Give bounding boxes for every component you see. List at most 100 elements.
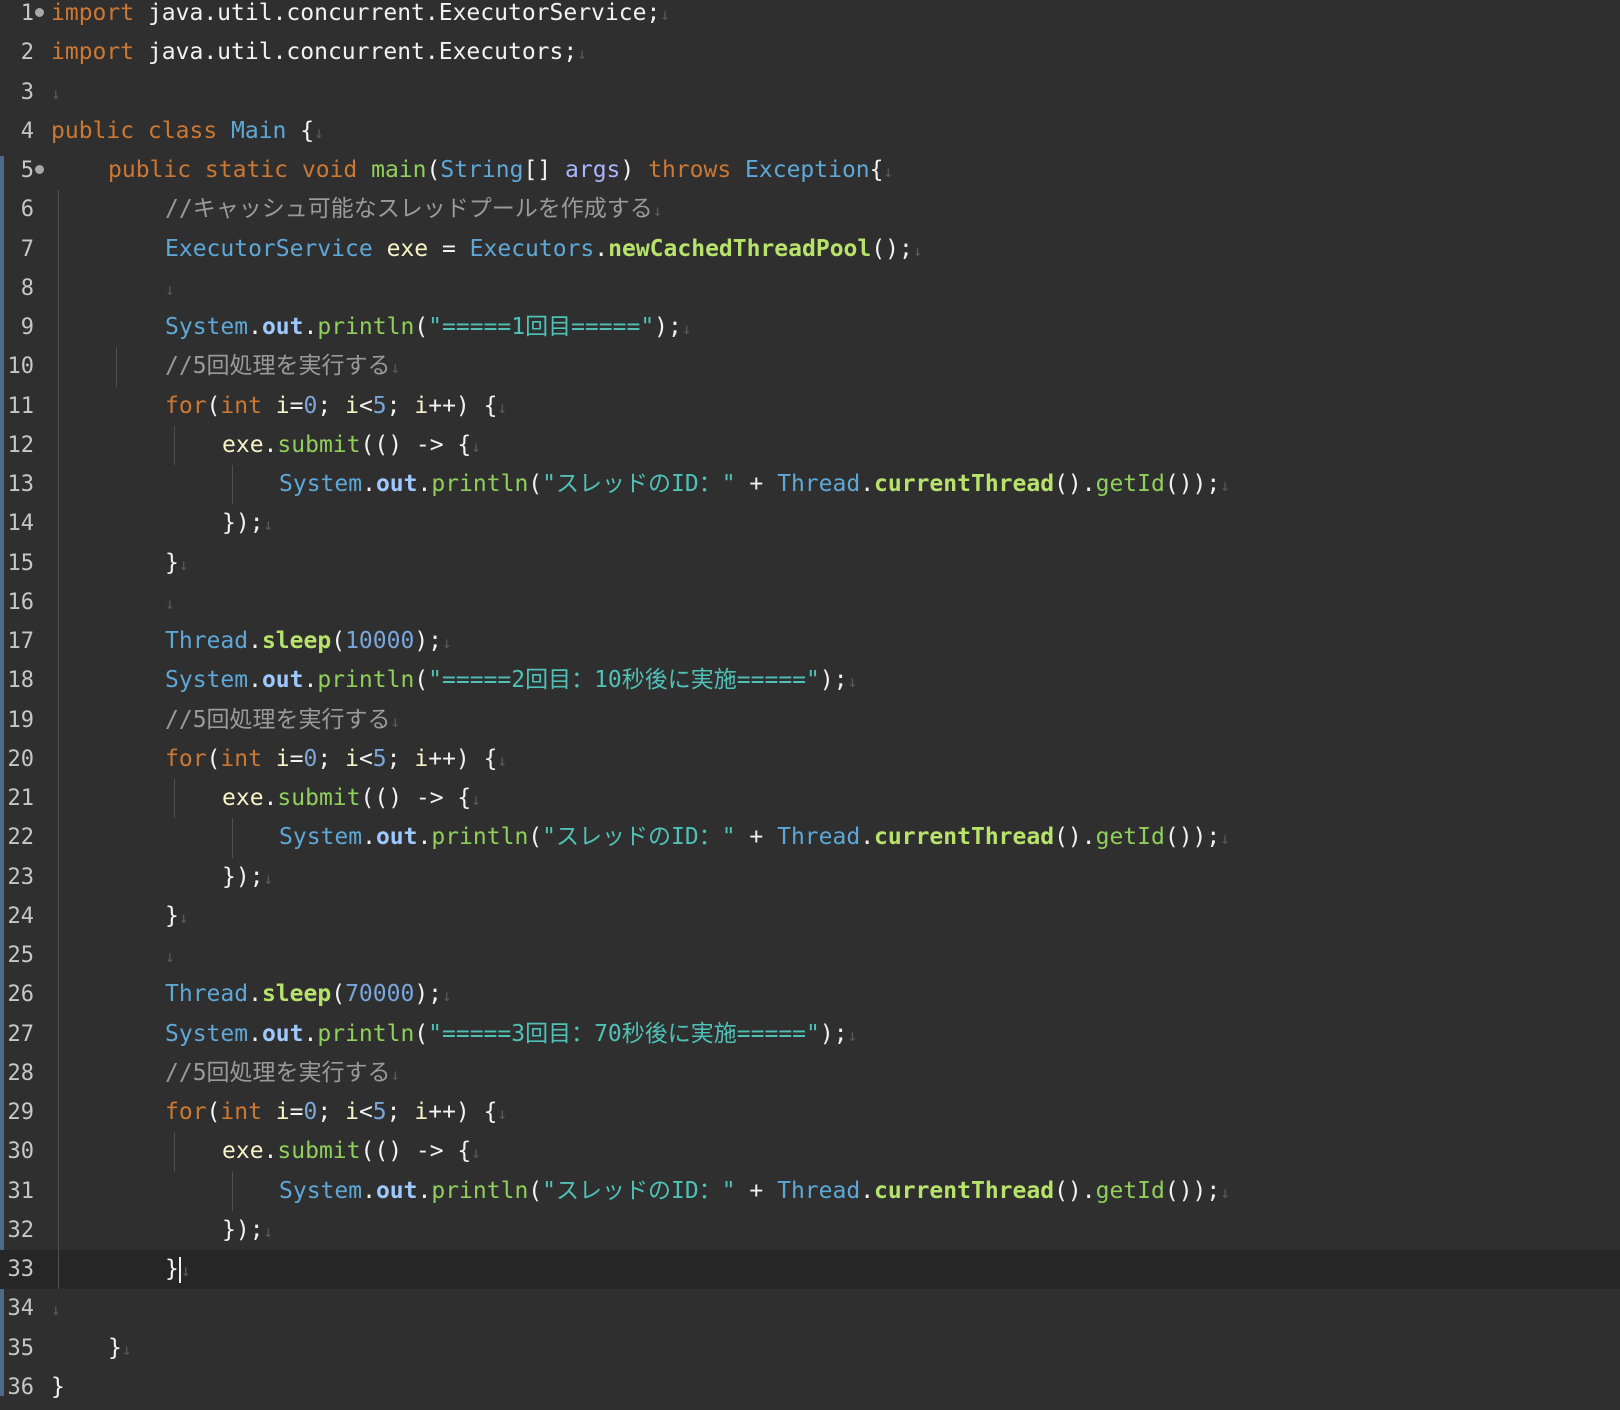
code-line[interactable]: 28 //5回処理を実行する↓ [0,1053,1620,1093]
line-content[interactable]: //5回処理を実行する↓ [51,347,1620,386]
line-content[interactable]: for(int i=0; i<5; i++) {↓ [51,1093,1620,1132]
line-content[interactable]: ↓ [51,73,1620,112]
code-line[interactable]: 26 Thread.sleep(70000);↓ [0,975,1620,1015]
code-line[interactable]: 30 exe.submit(() -> {↓ [0,1132,1620,1172]
code-line[interactable]: 15}↓ [0,543,1620,583]
code-token: "=====2回目：10秒後に実施=====" [428,667,820,694]
code-token: . [417,1177,432,1204]
line-content[interactable]: ExecutorService exe = Executors.newCache… [51,230,1620,269]
code-line[interactable]: 29 for(int i=0; i<5; i++) {↓ [0,1093,1620,1133]
code-lines[interactable]: 1 import java.util.concurrent.ExecutorSer… [0,0,1620,1407]
code-line[interactable]: 34 ↓ [0,1289,1620,1328]
newline-marker-icon: ↓ [497,750,508,770]
code-token: currentThread [874,824,1055,851]
line-content[interactable]: import java.util.concurrent.Executors;↓ [51,33,1620,72]
code-line[interactable]: 1 import java.util.concurrent.ExecutorSer… [0,0,1620,33]
code-token: ( [426,157,441,183]
line-content[interactable]: System.out.println("=====2回目：10秒後に実施====… [51,661,1620,700]
code-line[interactable]: 22 System.out.println("スレッドのID：" + Thread… [0,818,1620,858]
line-content[interactable]: exe.submit(() -> {↓ [51,1132,1620,1171]
code-line[interactable]: 36} [0,1368,1620,1407]
code-line[interactable]: 13 System.out.println("スレッドのID：" + Thread… [0,465,1620,505]
line-content[interactable]: for(int i=0; i<5; i++) {↓ [51,387,1620,426]
code-token: } [165,1256,179,1282]
newline-marker-icon: ↓ [390,1064,401,1084]
code-line[interactable]: 20 for(int i=0; i<5; i++) {↓ [0,739,1620,779]
line-content[interactable]: System.out.println("スレッドのID：" + Thread.c… [51,818,1620,857]
code-line[interactable]: 27 System.out.println("=====3回目：70秒後に実施==… [0,1014,1620,1054]
code-line[interactable]: 12 exe.submit(() -> {↓ [0,425,1620,465]
code-line[interactable]: 5 public static void main(String[] args) … [0,151,1620,190]
code-line[interactable]: 10 //5回処理を実行する↓ [0,347,1620,387]
code-token: getId [1095,471,1165,497]
line-content[interactable]: });↓ [51,504,1620,543]
code-token: . [417,471,432,497]
line-content[interactable]: //キャッシュ可能なスレッドプールを作成する↓ [51,190,1620,229]
line-content[interactable]: for(int i=0; i<5; i++) {↓ [51,740,1620,779]
code-token: "スレッドのID：" [542,824,736,851]
code-token: ()); [1164,471,1221,497]
code-line[interactable]: 24}↓ [0,896,1620,936]
line-content[interactable]: ↓ [51,269,1620,308]
code-line[interactable]: 31 System.out.println("スレッドのID：" + Thread… [0,1171,1620,1211]
line-content[interactable]: exe.submit(() -> {↓ [51,426,1620,465]
code-editor[interactable]: 1 import java.util.concurrent.ExecutorSer… [0,0,1620,1410]
code-line[interactable]: 8 ↓ [0,268,1620,308]
line-content[interactable]: import java.util.concurrent.ExecutorServ… [51,0,1620,33]
line-content[interactable]: System.out.println("スレッドのID：" + Thread.c… [51,1172,1620,1211]
code-line[interactable]: 19 //5回処理を実行する↓ [0,700,1620,740]
code-line[interactable]: 14});↓ [0,504,1620,544]
fold-toggle-icon[interactable] [35,165,44,174]
newline-marker-icon: ↓ [263,868,274,888]
line-content[interactable]: public static void main(String[] args) t… [51,151,1620,190]
line-content[interactable]: });↓ [51,1211,1620,1250]
code-line[interactable]: 25 ↓ [0,936,1620,976]
code-line[interactable]: 11 for(int i=0; i<5; i++) {↓ [0,386,1620,426]
line-content[interactable]: System.out.println("=====3回目：70秒後に実施====… [51,1015,1620,1054]
code-line[interactable]: 7 ExecutorService exe = Executors.newCach… [0,229,1620,269]
code-line[interactable]: 3 ↓ [0,73,1620,112]
code-token: out [261,667,304,694]
code-line[interactable]: 32});↓ [0,1210,1620,1250]
code-token: ( [206,392,221,419]
line-content[interactable]: ↓ [51,583,1620,622]
line-content[interactable]: //5回処理を実行する↓ [51,701,1620,740]
line-content[interactable]: //5回処理を実行する↓ [51,1054,1620,1093]
code-token: //5回処理を実行する [165,353,391,380]
code-line[interactable]: 16 ↓ [0,582,1620,622]
line-content[interactable]: ↓ [51,1289,1620,1328]
code-line[interactable]: 33} ↓ [0,1250,1620,1290]
line-content[interactable]: });↓ [51,858,1620,897]
line-number: 3 [20,79,34,105]
line-content[interactable]: System.out.println("=====1回目=====");↓ [51,308,1620,347]
line-content[interactable]: }↓ [51,1250,1620,1289]
line-content[interactable]: }↓ [51,1329,1620,1368]
code-line[interactable]: 17 Thread.sleep(10000);↓ [0,622,1620,662]
code-line[interactable]: 23});↓ [0,857,1620,897]
code-token: = [428,235,470,262]
code-line[interactable]: 9 System.out.println("=====1回目=====");↓ [0,308,1620,348]
fold-toggle-icon[interactable] [35,8,44,17]
code-token: Thread [777,824,861,851]
line-content[interactable]: ↓ [51,936,1620,975]
code-token: currentThread [874,1177,1055,1204]
code-line[interactable]: 18 System.out.println("=====2回目：10秒後に実施==… [0,661,1620,701]
code-token: import [51,39,135,66]
code-line[interactable]: 21 exe.submit(() -> {↓ [0,779,1620,819]
code-token: 5 [372,745,387,772]
line-content[interactable]: }↓ [51,544,1620,583]
line-content[interactable]: Thread.sleep(70000);↓ [51,975,1620,1014]
line-content[interactable]: public class Main {↓ [51,112,1620,151]
code-line[interactable]: 4 public class Main {↓ [0,112,1620,151]
line-content[interactable]: exe.submit(() -> {↓ [51,779,1620,818]
code-token: out [261,314,304,340]
line-content[interactable]: Thread.sleep(10000);↓ [51,622,1620,661]
code-token: Main [231,117,287,144]
code-line[interactable]: 35 }↓ [0,1329,1620,1368]
line-number: 35 [7,1335,35,1361]
line-content[interactable]: }↓ [51,897,1620,936]
code-line[interactable]: 2 import java.util.concurrent.Executors;↓ [0,33,1620,72]
line-content[interactable]: } [51,1368,1620,1407]
code-line[interactable]: 6 //キャッシュ可能なスレッドプールを作成する↓ [0,190,1620,230]
line-content[interactable]: System.out.println("スレッドのID：" + Thread.c… [51,465,1620,504]
